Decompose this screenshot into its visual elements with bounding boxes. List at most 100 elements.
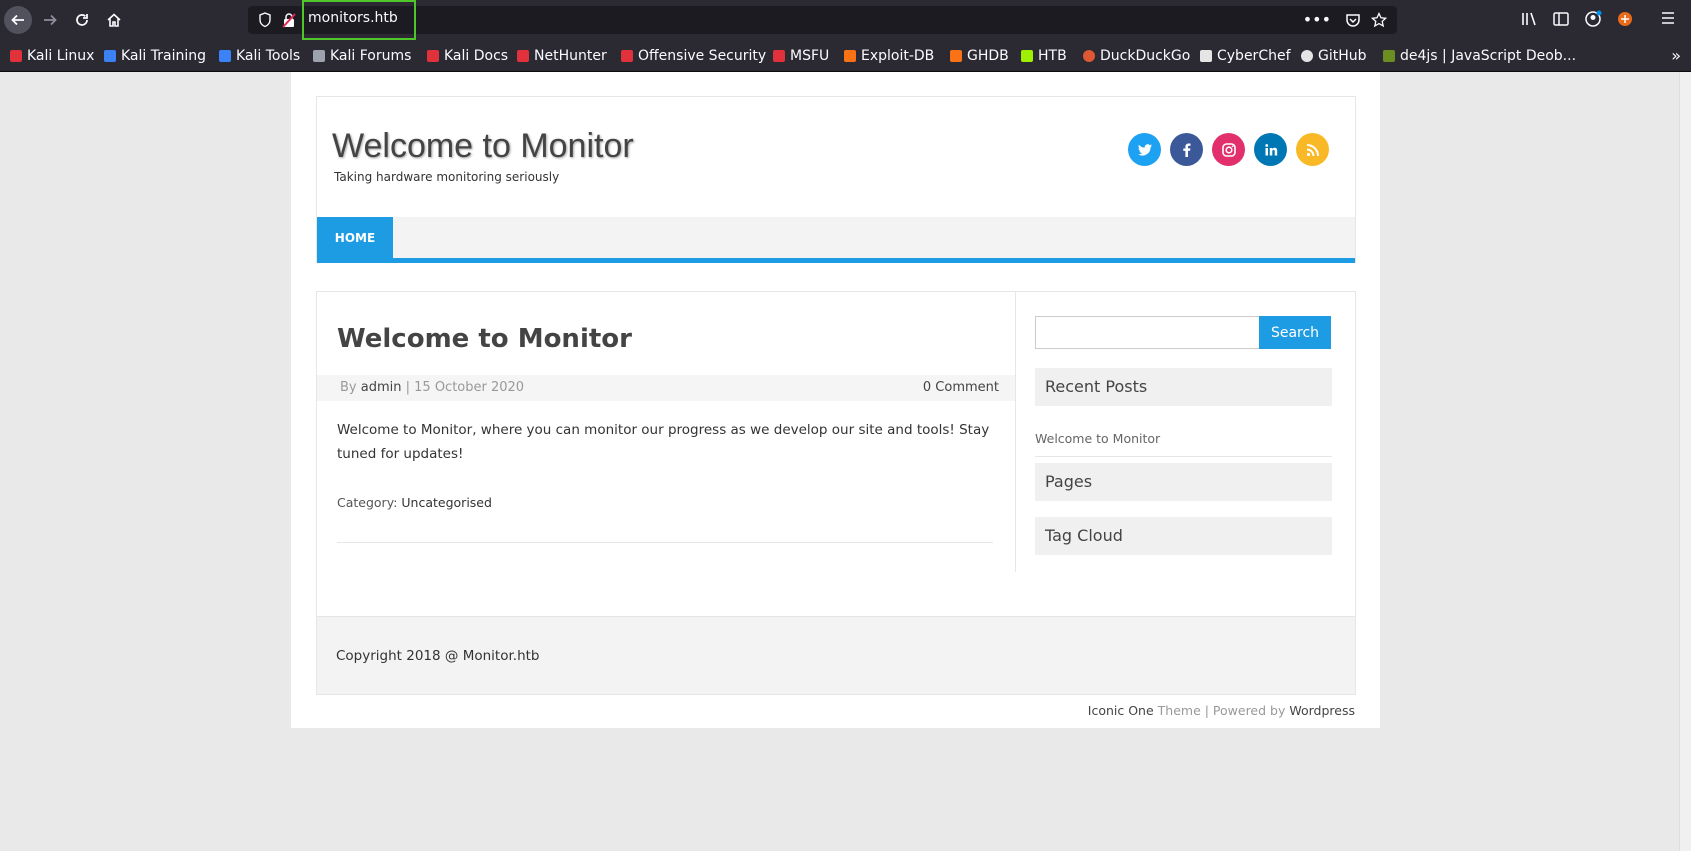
post-divider — [337, 542, 993, 543]
back-button[interactable] — [4, 6, 32, 34]
url-text[interactable]: monitors.htb — [308, 10, 398, 26]
category-link[interactable]: Uncategorised — [401, 495, 492, 510]
bookmark-kali-forums[interactable]: Kali Forums — [313, 46, 411, 66]
bookmark-nethunter[interactable]: NetHunter — [517, 46, 607, 66]
bookmarks-overflow-chevron-icon[interactable]: » — [1671, 46, 1681, 65]
kali-forums-icon — [313, 50, 325, 62]
bookmark-label: MSFU — [790, 48, 830, 64]
bookmark-label: GitHub — [1318, 48, 1367, 64]
browser-toolbar: monitors.htb ••• — [0, 0, 1691, 40]
site-title[interactable]: Welcome to Monitor — [332, 127, 634, 166]
post-date: | 15 October 2020 — [405, 380, 525, 395]
search-input[interactable] — [1035, 316, 1260, 349]
bookmark-duckduckgo[interactable]: DuckDuckGo — [1083, 46, 1190, 66]
account-icon[interactable] — [1584, 10, 1602, 32]
post-body: Welcome to Monitor, where you can monito… — [337, 422, 990, 462]
pocket-icon[interactable] — [1345, 12, 1361, 32]
bookmark-label: NetHunter — [534, 48, 607, 64]
bookmark-cyberchef[interactable]: CyberChef — [1200, 46, 1291, 66]
instagram-icon[interactable] — [1212, 133, 1245, 166]
bookmark-label: Kali Forums — [330, 48, 412, 64]
page-viewport: Welcome to Monitor Taking hardware monit… — [0, 72, 1691, 851]
comments-link[interactable]: 0 Comment — [923, 380, 999, 395]
exploit-db-icon — [844, 50, 856, 62]
kali-training-icon — [104, 50, 116, 62]
bookmark-de4js[interactable]: de4js | JavaScript Deob... — [1383, 46, 1576, 66]
recent-post-link[interactable]: Welcome to Monitor — [1035, 431, 1160, 446]
bookmark-label: Kali Docs — [444, 48, 509, 64]
bookmark-label: CyberChef — [1217, 48, 1291, 64]
bookmark-exploit-db[interactable]: Exploit-DB — [844, 46, 934, 66]
home-button[interactable] — [100, 6, 128, 34]
de4js-icon — [1383, 50, 1395, 62]
arrow-right-icon — [44, 14, 57, 26]
home-icon — [107, 13, 121, 27]
post-category: Category: Uncategorised — [337, 495, 492, 510]
insecure-lock-icon[interactable] — [282, 12, 296, 32]
facebook-icon[interactable] — [1170, 133, 1203, 166]
vertical-scrollbar[interactable] — [1679, 72, 1691, 851]
twitter-icon[interactable] — [1128, 133, 1161, 166]
category-label: Category: — [337, 495, 398, 510]
menu-icon[interactable] — [1660, 10, 1676, 30]
site-footer: Copyright 2018 @ Monitor.htb — [316, 616, 1356, 695]
bookmark-kali-docs[interactable]: Kali Docs — [427, 46, 508, 66]
bookmark-label: de4js | JavaScript Deob... — [1400, 48, 1577, 64]
rss-icon[interactable] — [1296, 133, 1329, 166]
post-byline: By admin | 15 October 2020 — [340, 380, 524, 395]
htb-icon — [1021, 50, 1033, 62]
bookmark-label: Kali Linux — [27, 48, 95, 64]
bookmark-ghdb[interactable]: GHDB — [950, 46, 1009, 66]
kali-icon — [10, 50, 22, 62]
page-actions-icon[interactable]: ••• — [1303, 10, 1331, 29]
nethunter-icon — [517, 50, 529, 62]
site-wrapper: Welcome to Monitor Taking hardware monit… — [291, 72, 1380, 728]
github-icon — [1301, 50, 1313, 62]
bookmark-htb[interactable]: HTB — [1021, 46, 1067, 66]
bookmark-label: Kali Training — [121, 48, 206, 64]
shield-icon[interactable] — [258, 12, 272, 32]
bookmark-kali-linux[interactable]: Kali Linux — [10, 46, 94, 66]
bookmark-label: GHDB — [967, 48, 1009, 64]
reload-icon — [76, 14, 88, 26]
bookmark-label: Exploit-DB — [861, 48, 935, 64]
address-bar[interactable]: monitors.htb ••• — [248, 0, 1397, 40]
bookmark-github[interactable]: GitHub — [1301, 46, 1367, 66]
bookmark-kali-training[interactable]: Kali Training — [104, 46, 206, 66]
linkedin-icon[interactable] — [1254, 133, 1287, 166]
main-navigation: HOME — [317, 217, 1355, 263]
reload-button[interactable] — [68, 6, 96, 34]
forward-button[interactable] — [36, 6, 64, 34]
footer-credits: Iconic One Theme | Powered by Wordpress — [1088, 703, 1355, 718]
bookmark-label: Offensive Security — [638, 48, 767, 64]
kali-docs-icon — [427, 50, 439, 62]
copyright-text: Copyright 2018 @ Monitor.htb — [336, 648, 540, 664]
offsec-icon — [621, 50, 633, 62]
extension-icon[interactable] — [1616, 10, 1634, 32]
bookmark-msfu[interactable]: MSFU — [773, 46, 829, 66]
sidebar-icon[interactable] — [1552, 10, 1570, 32]
tag-cloud-heading: Tag Cloud — [1035, 517, 1332, 555]
post-meta: By admin | 15 October 2020 0 Comment — [317, 375, 1015, 401]
content-area: Welcome to Monitor By admin | 15 October… — [316, 291, 1356, 616]
site-description: Taking hardware monitoring seriously — [334, 170, 560, 184]
bookmark-kali-tools[interactable]: Kali Tools — [219, 46, 300, 66]
recent-posts-heading: Recent Posts — [1035, 368, 1332, 406]
theme-link[interactable]: Iconic One — [1088, 703, 1154, 718]
wordpress-link[interactable]: Wordpress — [1289, 703, 1355, 718]
bookmark-offensive-security[interactable]: Offensive Security — [621, 46, 766, 66]
nav-home-link[interactable]: HOME — [317, 217, 393, 258]
sidebar-divider — [1015, 292, 1016, 572]
bookmarks-toolbar: Kali Linux Kali Training Kali Tools Kali… — [0, 40, 1691, 72]
bookmark-label: DuckDuckGo — [1100, 48, 1191, 64]
msfu-icon — [773, 50, 785, 62]
library-icon[interactable] — [1520, 10, 1538, 32]
post-title[interactable]: Welcome to Monitor — [337, 324, 632, 354]
bookmark-label: Kali Tools — [236, 48, 301, 64]
author-link[interactable]: admin — [361, 380, 402, 395]
arrow-left-icon — [11, 14, 24, 26]
by-label: By — [340, 380, 357, 395]
bookmark-label: HTB — [1038, 48, 1067, 64]
search-button[interactable]: Search — [1259, 316, 1331, 349]
bookmark-star-icon[interactable] — [1370, 11, 1388, 32]
